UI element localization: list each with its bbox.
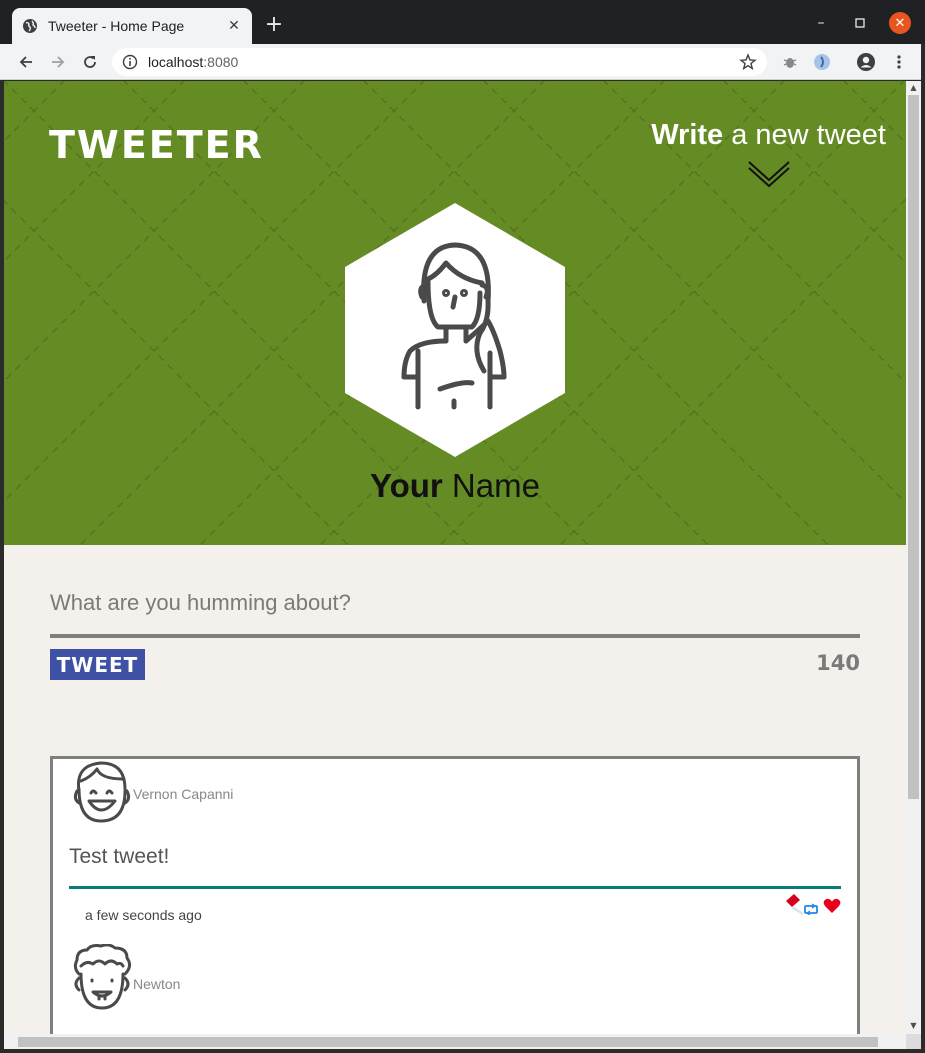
tab-title: Tweeter - Home Page <box>48 18 185 34</box>
page-viewport: TWEETER Write a new tweet Your Name What… <box>4 81 906 1034</box>
minimize-icon[interactable]: – <box>810 12 832 34</box>
tweet-actions <box>783 893 843 917</box>
window-frame-bottom <box>0 1049 925 1053</box>
site-info-icon[interactable] <box>122 54 138 70</box>
heart-icon[interactable] <box>823 898 841 914</box>
account-icon[interactable] <box>856 52 876 72</box>
profile-name: Your Name <box>370 467 540 504</box>
horizontal-scrollbar[interactable] <box>4 1034 906 1049</box>
character-counter: 140 <box>816 651 860 675</box>
address-bar[interactable]: localhost:8080 <box>112 48 767 76</box>
profile-header: TWEETER Write a new tweet Your Name <box>4 81 906 545</box>
window-frame-right <box>921 44 925 1053</box>
close-tab-icon[interactable]: ✕ <box>226 18 242 34</box>
browser-tab[interactable]: Tweeter - Home Page ✕ <box>12 8 252 44</box>
tweet-card: Newton <box>53 944 857 1014</box>
curly-hair-boy-icon <box>73 944 132 1010</box>
scrollbar-corner <box>906 1034 921 1049</box>
tweet-author-name[interactable]: Newton <box>133 976 180 992</box>
back-button[interactable] <box>14 50 38 74</box>
forward-arrow-icon <box>52 56 65 68</box>
forward-button[interactable] <box>46 50 70 74</box>
reload-icon <box>84 56 96 68</box>
composer-divider <box>50 634 860 638</box>
tweet-list: Vernon Capanni Test tweet! a few seconds… <box>50 756 860 1034</box>
bookmark-star-icon[interactable] <box>739 53 757 71</box>
smiling-boy-icon <box>73 761 131 823</box>
url-text: localhost:8080 <box>148 54 239 70</box>
bug-extension-icon[interactable] <box>780 52 800 72</box>
scroll-down-arrow-icon[interactable]: ▼ <box>909 1021 918 1030</box>
browser-toolbar: localhost:8080 <box>0 44 925 80</box>
reload-button[interactable] <box>78 50 102 74</box>
script-extension-icon[interactable] <box>812 52 832 72</box>
vertical-scroll-thumb[interactable] <box>908 95 919 799</box>
write-new-tweet-label: Write a new tweet <box>651 119 886 151</box>
retweet-icon[interactable] <box>803 903 819 915</box>
browser-titlebar: Tweeter - Home Page ✕ + – ✕ <box>0 0 925 44</box>
scroll-up-arrow-icon[interactable]: ▲ <box>909 83 918 92</box>
new-tab-button[interactable]: + <box>262 14 286 38</box>
tweet-submit-button[interactable]: TWEET <box>50 649 145 680</box>
tweet-text-input[interactable] <box>50 571 860 633</box>
window-frame-left <box>0 80 4 1053</box>
back-arrow-icon <box>19 56 32 68</box>
browser-menu-icon[interactable] <box>889 52 909 72</box>
horizontal-scroll-thumb[interactable] <box>18 1037 878 1047</box>
tweet-composer: TWEET 140 <box>50 571 860 680</box>
tweet-text: Test tweet! <box>69 845 170 868</box>
write-new-tweet-toggle[interactable]: Write a new tweet <box>651 119 886 188</box>
user-avatar <box>345 203 565 457</box>
vertical-scrollbar[interactable]: ▲ ▼ <box>906 81 921 1034</box>
tweet-divider <box>69 886 841 889</box>
tweet-header: Vernon Capanni <box>53 759 857 829</box>
flag-icon[interactable] <box>783 893 805 915</box>
brand-logo[interactable]: TWEETER <box>49 123 264 167</box>
double-chevron-down-icon[interactable] <box>747 158 791 188</box>
tweet-card: Vernon Capanni Test tweet! a few seconds… <box>53 759 857 923</box>
tweet-author-name[interactable]: Vernon Capanni <box>133 786 233 802</box>
tweet-timestamp: a few seconds ago <box>85 907 202 923</box>
maximize-icon[interactable] <box>849 12 871 34</box>
window-close-button[interactable]: ✕ <box>889 12 911 34</box>
globe-icon <box>23 19 37 33</box>
